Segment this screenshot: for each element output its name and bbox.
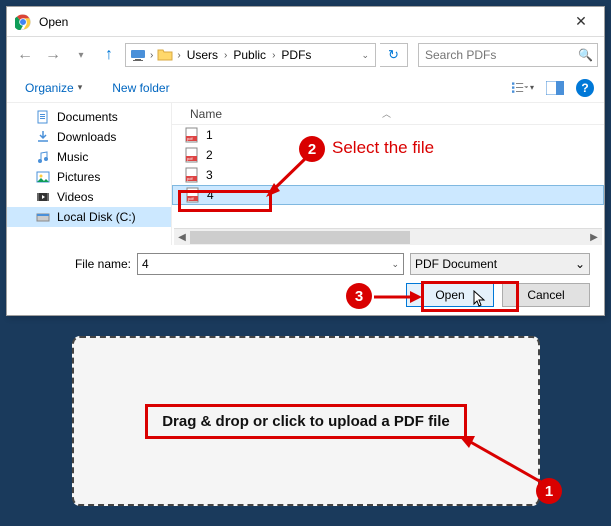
close-button[interactable]: ✕ [558,7,604,37]
filename-label: File name: [21,257,131,271]
search-input[interactable] [419,48,578,62]
sidebar-item-label: Videos [57,190,93,204]
horizontal-scrollbar[interactable]: ◀▶ [174,228,602,245]
sidebar-item-label: Music [57,150,88,164]
scroll-left-icon[interactable]: ◀ [174,229,190,246]
scroll-thumb[interactable] [190,231,410,244]
filetype-select[interactable]: PDF Document⌄ [410,253,590,275]
chevron-down-icon: ⌄ [575,257,585,271]
sidebar-item-music[interactable]: Music [7,147,171,167]
annotation-marker-1: 1 [536,478,562,504]
chevron-right-icon: › [270,50,277,61]
pdf-icon: pdf [184,127,200,143]
svg-text:pdf: pdf [188,196,194,201]
pc-icon [130,47,146,63]
toolbar: Organize▾ New folder ▾ ? [7,73,604,103]
file-name: 3 [206,168,213,182]
nav-row: ← → ▾ ↑ › › Users › Public › PDFs ⌄ ↻ 🔍 [7,37,604,73]
music-icon [35,149,51,165]
breadcrumb-item[interactable]: Users [185,48,220,62]
forward-button[interactable]: → [41,43,65,67]
sort-indicator-icon: ︿ [382,107,391,120]
recent-dropdown[interactable]: ▾ [69,43,93,67]
sidebar-item-downloads[interactable]: Downloads [7,127,171,147]
dropzone-text: Drag & drop or click to upload a PDF fil… [145,404,467,439]
sidebar-item-pictures[interactable]: Pictures [7,167,171,187]
breadcrumb-item[interactable]: PDFs [279,48,313,62]
file-row[interactable]: pdf 4 [172,185,604,205]
svg-text:pdf: pdf [187,136,193,141]
documents-icon [35,109,51,125]
sidebar-item-label: Local Disk (C:) [57,210,136,224]
annotation-marker-2: 2 [299,136,325,162]
organize-menu[interactable]: Organize▾ [25,81,82,95]
back-button[interactable]: ← [13,43,37,67]
chevron-right-icon: › [222,50,229,61]
annotation-marker-3: 3 [346,283,372,309]
sidebar-item-documents[interactable]: Documents [7,107,171,127]
new-folder-button[interactable]: New folder [112,81,169,95]
file-name: 2 [206,148,213,162]
annotation-arrow-3 [372,290,424,304]
videos-icon [35,189,51,205]
cancel-button[interactable]: Cancel [502,283,590,307]
dialog-footer: File name: 4⌄ PDF Document⌄ Open Cancel [7,245,604,317]
chrome-icon [15,14,31,30]
chevron-right-icon: › [148,50,155,61]
file-name: 1 [206,128,213,142]
breadcrumb-item[interactable]: Public [231,48,268,62]
pdf-icon: pdf [185,187,201,203]
refresh-button[interactable]: ↻ [380,43,408,67]
pictures-icon [35,169,51,185]
file-row[interactable]: pdf 3 [172,165,604,185]
folder-icon [157,47,173,63]
svg-text:pdf: pdf [187,176,193,181]
pdf-icon: pdf [184,167,200,183]
breadcrumb[interactable]: › › Users › Public › PDFs ⌄ [125,43,376,67]
up-button[interactable]: ↑ [97,43,121,67]
column-header-name[interactable]: Name︿ [172,103,604,125]
disk-icon [35,209,51,225]
scroll-right-icon[interactable]: ▶ [586,229,602,246]
sidebar-item-label: Documents [57,110,118,124]
sidebar-item-label: Pictures [57,170,100,184]
sidebar-item-label: Downloads [57,130,116,144]
dialog-title: Open [39,15,558,29]
annotation-arrow-1 [453,430,547,488]
search-icon: 🔍 [578,48,593,62]
filename-history-dropdown[interactable]: ⌄ [391,259,399,270]
search-box[interactable]: 🔍 [418,43,598,67]
svg-text:pdf: pdf [187,156,193,161]
preview-pane-button[interactable] [544,79,566,97]
pdf-icon: pdf [184,147,200,163]
sidebar: Documents Downloads Music Pictures Video… [7,103,172,245]
file-list: pdf 1 pdf 2 pdf 3 pdf 4 [172,125,604,205]
file-pane: Name︿ pdf1 pdf2 pdf3 pdf4 ◀▶ [172,103,604,245]
breadcrumb-history-dropdown[interactable]: ⌄ [359,50,371,61]
sidebar-item-local-disk[interactable]: Local Disk (C:) [7,207,171,227]
file-name: 4 [207,188,214,202]
view-options-button[interactable]: ▾ [512,79,534,97]
sidebar-item-videos[interactable]: Videos [7,187,171,207]
help-button[interactable]: ? [576,79,594,97]
titlebar: Open ✕ [7,7,604,37]
chevron-right-icon: › [175,50,182,61]
filename-input[interactable]: 4⌄ [137,253,404,275]
cursor-icon [473,290,487,308]
downloads-icon [35,129,51,145]
annotation-text-2: Select the file [332,138,434,158]
